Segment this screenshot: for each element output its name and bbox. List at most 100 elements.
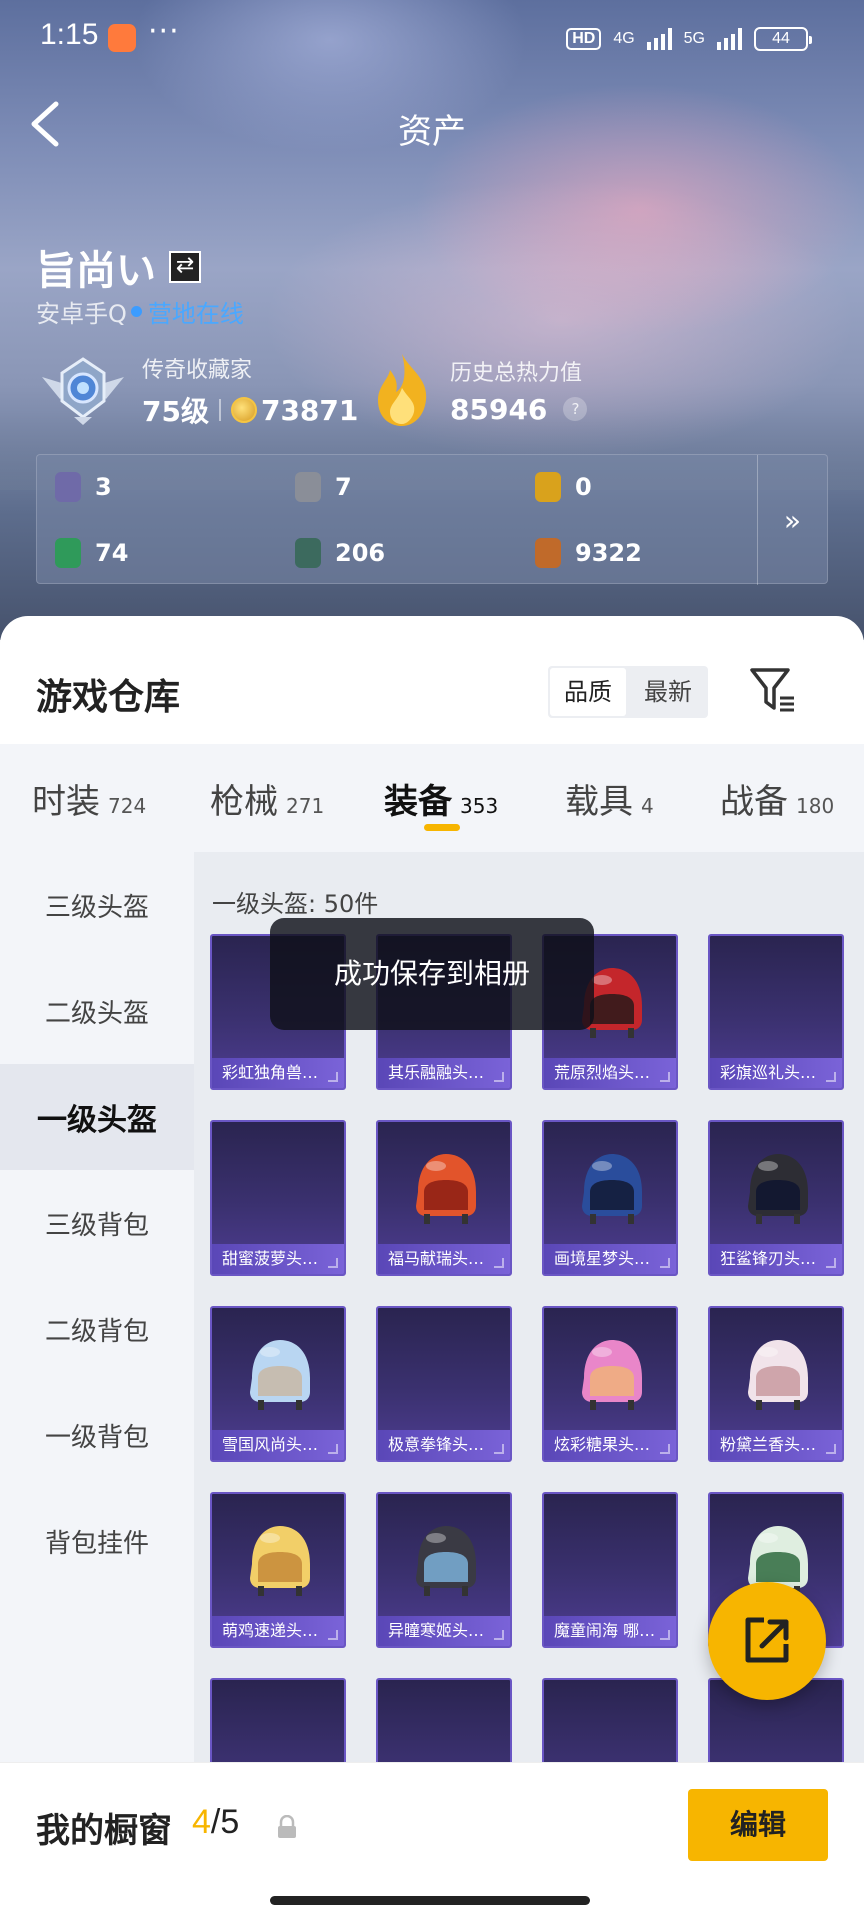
sidebar-item[interactable]: 三级头盔 [0, 852, 194, 958]
item-name: 魔童闹海 哪… [544, 1616, 676, 1646]
profile-name-row: 旨尚い ⇄ [36, 238, 202, 296]
status-indicators: HD 4G 5G 44 [566, 24, 812, 54]
heat-value: 85946 [450, 392, 548, 426]
item-name: 其乐融融头… [378, 1058, 510, 1088]
item-name: 极意拳锋头… [378, 1430, 510, 1460]
resource-item: 206 [295, 533, 535, 573]
sort-toggle: 品质 最新 [548, 666, 708, 718]
filter-button[interactable] [748, 664, 796, 716]
resource-value: 206 [335, 539, 386, 567]
hero-banner: 1:15 ··· HD 4G 5G 44 资产 旨尚い ⇄ 安卓手Q 营地在线 [0, 0, 864, 640]
edit-button[interactable]: 编辑 [688, 1789, 828, 1861]
item-name: 彩旗巡礼头… [710, 1058, 842, 1088]
tab-label: 战备 [720, 782, 788, 822]
heat-stat: 历史总热力值 85946 ? [372, 352, 588, 428]
helmet-icon [748, 1154, 808, 1224]
warehouse-header: 游戏仓库 品质 最新 [0, 616, 864, 744]
nav-bar: 资产 [0, 96, 864, 156]
item-name: 甜蜜菠萝头… [212, 1244, 344, 1274]
tab-count: 180 [796, 794, 835, 818]
active-tab-indicator [424, 824, 460, 831]
item-name: 萌鸡速递头… [212, 1616, 344, 1646]
category-tabs: 时装 724 枪械 271 装备 353 载具 4 战备 180 [0, 744, 864, 852]
tab-label: 时装 [32, 782, 100, 822]
platform-label: 安卓手Q [36, 300, 127, 328]
warehouse-sheet: 游戏仓库 品质 最新 时装 724 枪械 271 装备 353 载具 4 战备 1 [0, 616, 864, 1920]
sort-quality-option[interactable]: 品质 [550, 668, 626, 716]
sort-newest-option[interactable]: 最新 [630, 668, 706, 716]
hd-icon: HD [566, 28, 602, 50]
item-card[interactable]: 萌鸡速递头… [210, 1492, 346, 1648]
battery-icon: 44 [754, 27, 812, 51]
collector-rank[interactable]: 传奇收藏家 75级 73871 [38, 352, 358, 430]
helmet-icon [748, 1340, 808, 1410]
helmet-icon [582, 1340, 642, 1410]
tab-label: 装备 [384, 782, 452, 822]
coin-count: 73871 [260, 393, 359, 427]
item-name: 异瞳寒姬头… [378, 1616, 510, 1646]
item-card[interactable]: 魔童闹海 哪… [542, 1492, 678, 1648]
tab-vehicles[interactable]: 载具 4 [565, 774, 654, 823]
net-4g-label: 4G [613, 30, 635, 47]
item-card[interactable]: 狂鲨锋刃头… [708, 1120, 844, 1276]
tab-count: 724 [108, 794, 147, 818]
item-card[interactable]: 异瞳寒姬头… [376, 1492, 512, 1648]
item-name: 福马献瑞头… [378, 1244, 510, 1274]
showcase-count: 4/5 [192, 1803, 239, 1842]
tab-battle-prep[interactable]: 战备 180 [720, 774, 834, 823]
app-notification-icon [108, 24, 136, 52]
divider [218, 399, 221, 421]
item-name: 粉黛兰香头… [710, 1430, 842, 1460]
tab-fashion[interactable]: 时装 724 [32, 774, 146, 823]
status-bar: 1:15 ··· HD 4G 5G 44 [0, 0, 864, 78]
sidebar-item[interactable]: 二级背包 [0, 1276, 194, 1382]
tab-weapons[interactable]: 枪械 271 [210, 774, 324, 823]
home-indicator[interactable] [270, 1896, 590, 1905]
resource-value: 3 [95, 473, 112, 501]
signal-5g-icon [717, 28, 742, 50]
orb-icon [295, 538, 321, 568]
item-card[interactable]: 炫彩糖果头… [542, 1306, 678, 1462]
showcase-current: 4 [192, 1803, 211, 1841]
item-card[interactable]: 福马献瑞头… [376, 1120, 512, 1276]
item-card[interactable]: 甜蜜菠萝头… [210, 1120, 346, 1276]
helmet-icon [416, 1154, 476, 1224]
resource-more-button[interactable]: » [757, 455, 827, 585]
share-button[interactable] [708, 1582, 826, 1700]
sidebar-item[interactable]: 三级背包 [0, 1170, 194, 1276]
bronze-coin-icon [535, 538, 561, 568]
tab-label: 载具 [565, 782, 633, 822]
online-dot-icon [130, 306, 142, 317]
tab-equipment[interactable]: 装备 353 [384, 774, 498, 823]
item-name: 狂鲨锋刃头… [710, 1244, 842, 1274]
helmet-icon [416, 1526, 476, 1596]
player-level: 75级 [142, 395, 209, 428]
warehouse-title: 游戏仓库 [36, 677, 181, 718]
showcase-label: 我的橱窗 [36, 1811, 172, 1851]
heat-title: 历史总热力值 [450, 360, 583, 386]
sidebar-item[interactable]: 背包挂件 [0, 1488, 194, 1594]
sidebar-item[interactable]: 二级头盔 [0, 958, 194, 1064]
switch-account-icon[interactable]: ⇄ [169, 251, 202, 283]
helmet-icon [250, 1340, 310, 1410]
resource-panel: 3 7 0 74 206 9322 » [36, 454, 828, 585]
player-name: 旨尚い [36, 248, 156, 294]
helmet-icon [250, 1526, 310, 1596]
item-card[interactable]: 极意拳锋头… [376, 1306, 512, 1462]
resource-grid: 3 7 0 74 206 9322 [55, 467, 775, 573]
resource-value: 7 [335, 473, 352, 501]
resource-item: 9322 [535, 533, 775, 573]
ticket-icon [55, 538, 81, 568]
item-card[interactable]: 彩旗巡礼头… [708, 934, 844, 1090]
item-card[interactable]: 粉黛兰香头… [708, 1306, 844, 1462]
item-card[interactable]: 雪国风尚头… [210, 1306, 346, 1462]
profile-subline: 安卓手Q 营地在线 [36, 294, 244, 329]
resource-value: 74 [95, 539, 129, 567]
help-icon[interactable]: ? [563, 397, 588, 421]
sidebar-item[interactable]: 一级头盔 [0, 1064, 194, 1170]
status-time: 1:15 [40, 18, 99, 51]
item-card[interactable]: 画境星梦头… [542, 1120, 678, 1276]
tab-count: 353 [460, 794, 499, 818]
flame-icon [378, 354, 427, 426]
sidebar-item[interactable]: 一级背包 [0, 1382, 194, 1488]
